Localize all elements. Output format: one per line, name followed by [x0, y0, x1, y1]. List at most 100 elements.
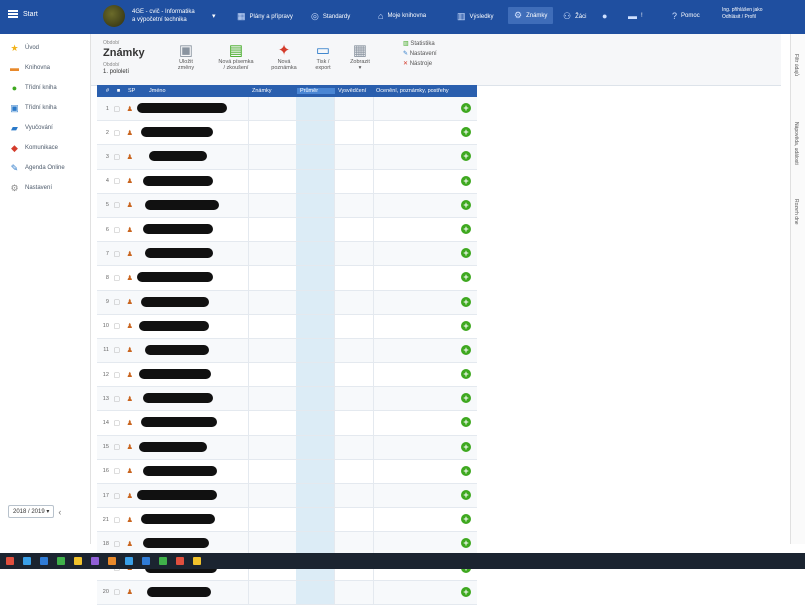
add-note-icon[interactable]: +: [461, 223, 471, 234]
report-cell[interactable]: [334, 169, 373, 193]
report-cell[interactable]: [334, 266, 373, 290]
grades-cell[interactable]: [247, 459, 297, 483]
student-name-cell[interactable]: [135, 291, 248, 314]
add-note-icon[interactable]: +: [461, 175, 471, 186]
add-note-icon[interactable]: +: [461, 514, 471, 525]
row-checkbox[interactable]: ▢: [109, 346, 125, 354]
row-checkbox[interactable]: ▢: [109, 250, 125, 258]
grades-cell[interactable]: [247, 242, 297, 266]
chevron-down-icon[interactable]: ▾: [212, 12, 216, 20]
row-checkbox[interactable]: ▢: [109, 443, 125, 451]
student-name-cell[interactable]: [135, 484, 248, 507]
grades-cell[interactable]: [247, 169, 297, 193]
nav-students[interactable]: ⚇ Žáci: [563, 11, 586, 22]
report-cell[interactable]: [334, 484, 373, 508]
grades-cell[interactable]: [247, 314, 297, 338]
grades-cell[interactable]: [247, 217, 297, 242]
grades-cell[interactable]: [247, 435, 297, 459]
student-name-cell[interactable]: [135, 242, 248, 265]
grades-cell[interactable]: [247, 338, 297, 363]
row-checkbox[interactable]: ▢: [109, 371, 125, 379]
column-header-select[interactable]: ■: [109, 88, 125, 94]
student-name-cell[interactable]: [135, 170, 248, 193]
student-name-cell[interactable]: [135, 97, 248, 120]
add-note-icon[interactable]: +: [461, 296, 471, 307]
taskbar-app-icon[interactable]: [74, 557, 82, 565]
add-note-icon[interactable]: +: [461, 490, 471, 500]
grades-cell[interactable]: [247, 411, 297, 435]
student-name-cell[interactable]: [135, 266, 248, 289]
report-cell[interactable]: [334, 121, 373, 145]
grades-cell[interactable]: [247, 121, 297, 145]
taskbar-app-icon[interactable]: [159, 557, 167, 565]
sidebar-item-settings[interactable]: ⚙ Nastavení: [0, 178, 90, 198]
tab-schedule[interactable]: Rozvrh dne: [793, 199, 799, 225]
row-checkbox[interactable]: ▢: [109, 274, 125, 282]
start-menu-button[interactable]: Start: [8, 10, 38, 18]
report-cell[interactable]: [334, 387, 373, 411]
add-note-icon[interactable]: +: [461, 465, 471, 476]
student-name-cell[interactable]: [135, 121, 248, 144]
view-selector[interactable]: Období Známky Období 1. pololetí: [103, 40, 145, 76]
user-menu[interactable]: Ing. přihlášen jako Odhlásit / Profil: [722, 7, 763, 21]
student-name-cell[interactable]: [135, 315, 248, 338]
row-checkbox[interactable]: ▢: [109, 105, 125, 113]
grades-cell[interactable]: [247, 387, 297, 411]
grades-cell[interactable]: [247, 580, 297, 604]
report-cell[interactable]: [334, 411, 373, 435]
nav-standards[interactable]: ◎ Standardy: [311, 11, 350, 22]
taskbar-app-icon[interactable]: [57, 557, 65, 565]
new-note-button[interactable]: ✦ Nová poznámka: [267, 42, 301, 71]
add-note-icon[interactable]: +: [461, 151, 471, 162]
add-note-icon[interactable]: +: [461, 393, 471, 404]
row-checkbox[interactable]: ▢: [109, 201, 125, 209]
sidebar-item-classbook-2[interactable]: ▣ Třídní kniha: [0, 98, 90, 118]
report-cell[interactable]: [334, 242, 373, 266]
display-menu-button[interactable]: ▦ Zobrazit ▾: [345, 42, 375, 71]
student-name-cell[interactable]: [135, 145, 248, 168]
taskbar-app-icon[interactable]: [193, 557, 201, 565]
add-note-icon[interactable]: +: [461, 369, 471, 380]
row-checkbox[interactable]: ▢: [109, 177, 125, 185]
student-name-cell[interactable]: [135, 460, 248, 483]
student-name-cell[interactable]: [135, 508, 248, 531]
row-checkbox[interactable]: ▢: [109, 395, 125, 403]
sidebar-item-library[interactable]: ▬ Knihovna: [0, 58, 90, 78]
period-select[interactable]: 1. pololetí: [103, 69, 145, 76]
column-header-name[interactable]: Jméno: [135, 88, 249, 94]
grades-cell[interactable]: [247, 290, 297, 314]
sidebar-item-communication[interactable]: ◆ Komunikace: [0, 138, 90, 158]
report-cell[interactable]: [334, 97, 373, 121]
nav-help[interactable]: ? Pomoc: [672, 11, 700, 21]
column-header-average[interactable]: Průměr: [297, 88, 335, 94]
column-header-grades[interactable]: Známky: [249, 88, 297, 94]
grades-cell[interactable]: [247, 193, 297, 217]
student-name-cell[interactable]: [135, 581, 248, 604]
nav-results[interactable]: ▥ Výsledky: [457, 11, 494, 22]
sidebar-item-agenda[interactable]: ✎ Agenda Online: [0, 158, 90, 178]
student-name-cell[interactable]: [135, 339, 248, 362]
nav-plans[interactable]: ▦ Plány a přípravy: [237, 11, 293, 22]
report-cell[interactable]: [334, 338, 373, 363]
add-note-icon[interactable]: +: [461, 538, 471, 549]
school-year-select[interactable]: 2018 / 2019 ▾: [8, 505, 55, 518]
grades-cell[interactable]: [247, 508, 297, 532]
add-note-icon[interactable]: +: [461, 248, 471, 259]
student-name-cell[interactable]: [135, 436, 248, 459]
add-note-icon[interactable]: +: [461, 344, 471, 355]
nav-mail[interactable]: ▬ !: [628, 11, 643, 21]
tab-filter[interactable]: Filtr údajů: [793, 54, 799, 76]
row-checkbox[interactable]: ▢: [109, 419, 125, 427]
add-note-icon[interactable]: +: [461, 103, 471, 113]
print-export-button[interactable]: ▭ Tisk / export: [309, 42, 337, 71]
add-note-icon[interactable]: +: [461, 441, 471, 452]
taskbar-app-icon[interactable]: [23, 557, 31, 565]
report-cell[interactable]: [334, 363, 373, 387]
report-cell[interactable]: [334, 290, 373, 314]
report-cell[interactable]: [334, 145, 373, 169]
grades-cell[interactable]: [247, 145, 297, 169]
taskbar-app-icon[interactable]: [176, 557, 184, 565]
add-note-icon[interactable]: +: [461, 417, 471, 428]
tab-help-events[interactable]: Nápověda, události: [793, 122, 799, 165]
report-cell[interactable]: [334, 217, 373, 242]
